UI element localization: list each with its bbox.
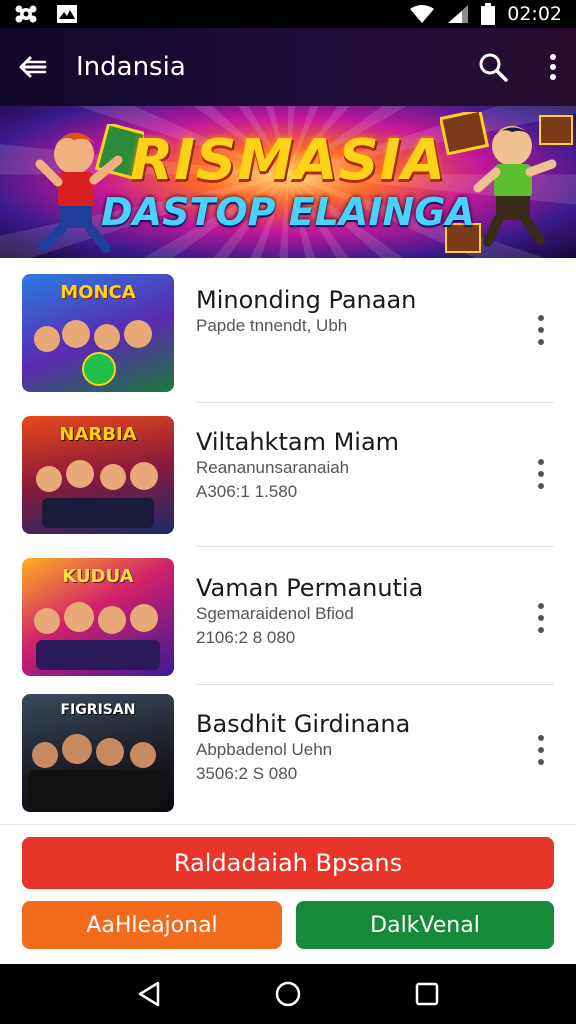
item-thumbnail: NARBIA [22, 416, 174, 534]
promo-banner[interactable]: RISMASIA DASTOP ELAINGA [0, 106, 576, 258]
list-item[interactable]: FIGRISAN Basdhit Girdinana Abpbadenol Ue… [0, 694, 576, 838]
status-bar: 02:02 [0, 0, 576, 28]
divider [196, 546, 554, 547]
item-thumbnail: FIGRISAN [22, 694, 174, 812]
thumbnail-title: NARBIA [59, 424, 137, 445]
list-item[interactable]: MONCA Minonding Panaan Papde tnnendt, Ub… [0, 272, 576, 416]
item-subtitle: Sgemaraidenol Bfiod [196, 604, 354, 623]
item-title: Minonding Panaan [196, 286, 417, 314]
nav-home-icon[interactable] [274, 980, 302, 1008]
more-vert-icon[interactable] [530, 730, 552, 770]
list-item[interactable]: NARBIA Viltahktam Miam Reananunsaranaiah… [0, 414, 576, 558]
divider [196, 402, 554, 403]
app-bar: Indansia [0, 28, 576, 106]
more-vert-icon[interactable] [548, 52, 558, 82]
more-vert-icon[interactable] [530, 598, 552, 638]
item-subtitle: Abpbadenol Uehn [196, 740, 333, 759]
item-subtitle: Papde tnnendt, Ubh [196, 316, 348, 335]
item-subtitle: Reananunsaranaiah [196, 458, 350, 477]
item-meta: 2106:2 8 080 [196, 628, 296, 647]
status-time: 02:02 [507, 3, 562, 25]
item-title: Viltahktam Miam [196, 428, 400, 456]
item-meta: A306:1 1.580 [196, 482, 298, 501]
secondary-right-button[interactable]: DalkVenal [296, 901, 554, 949]
item-thumbnail: KUDUA [22, 558, 174, 676]
divider [196, 684, 554, 685]
image-notification-icon [57, 5, 77, 23]
settings-notification-icon [15, 5, 37, 23]
action-buttons: Raldadaiah Bpsans AaHleajonal DalkVenal [0, 824, 576, 964]
more-vert-icon[interactable] [530, 310, 552, 350]
system-nav-bar [0, 964, 576, 1024]
app-title: Indansia [76, 52, 186, 82]
signal-icon [448, 5, 469, 23]
banner-headline: RISMASIA [130, 128, 446, 193]
nav-recents-icon[interactable] [414, 981, 440, 1007]
primary-button[interactable]: Raldadaiah Bpsans [22, 837, 554, 889]
back-arrow-icon[interactable] [18, 54, 48, 80]
item-meta: 3506:2 S 080 [196, 764, 298, 783]
search-icon[interactable] [478, 52, 508, 82]
secondary-right-button-label: DalkVenal [370, 912, 480, 938]
secondary-left-button[interactable]: AaHleajonal [22, 901, 282, 949]
banner-subheadline: DASTOP ELAINGA [101, 190, 475, 234]
primary-button-label: Raldadaiah Bpsans [173, 849, 403, 877]
item-title: Vaman Permanutia [196, 574, 424, 602]
nav-back-icon[interactable] [136, 980, 162, 1008]
item-title: Basdhit Girdinana [196, 710, 411, 738]
wifi-icon [410, 5, 435, 23]
secondary-left-button-label: AaHleajonal [86, 912, 218, 938]
thumbnail-title: FIGRISAN [60, 702, 136, 718]
game-list: MONCA Minonding Panaan Papde tnnendt, Ub… [0, 258, 576, 824]
thumbnail-title: MONCA [60, 282, 136, 303]
list-item[interactable]: KUDUA Vaman Permanutia Sgemaraidenol Bfi… [0, 558, 576, 702]
more-vert-icon[interactable] [530, 454, 552, 494]
battery-icon [481, 3, 496, 25]
item-thumbnail: MONCA [22, 274, 174, 392]
thumbnail-title: KUDUA [62, 566, 134, 587]
